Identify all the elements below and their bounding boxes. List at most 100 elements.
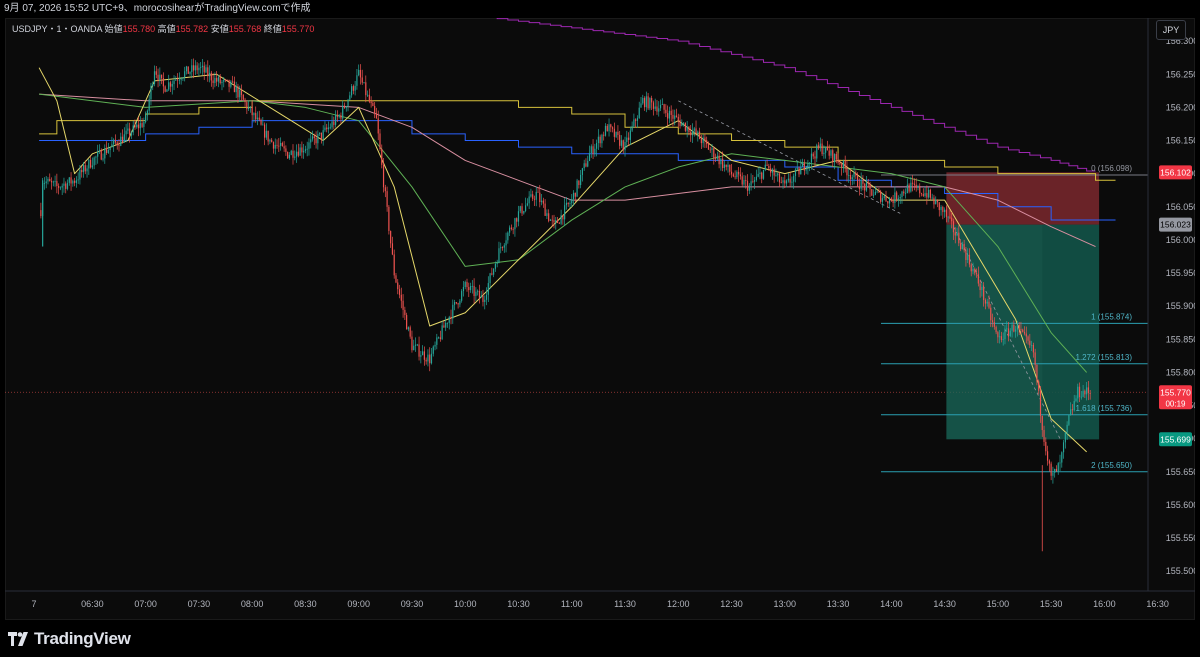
candle-body [169,82,172,87]
candle-body [587,160,589,167]
candle-body [350,86,353,96]
candle-body [333,121,335,125]
candle-body [194,65,196,71]
candle-body [942,206,944,213]
price-tick-label: 156.150 [1166,136,1195,146]
candle-body [377,118,379,134]
candle-body [789,178,791,183]
currency-button[interactable]: JPY [1156,20,1186,40]
candle-body [627,137,630,140]
candle-body [123,134,125,143]
candle-body [429,354,431,364]
candle-body [860,179,862,189]
candle-body [191,65,193,73]
candle-body [248,107,250,110]
candle-body [1015,329,1017,332]
candle-body [702,137,704,144]
candle-body [803,162,805,171]
candle-body [63,183,65,186]
candle-body [910,182,912,192]
candle-body [597,136,599,143]
candle-body [240,90,243,95]
candle-body [397,282,399,290]
candle-body [865,182,868,191]
candle-body [754,179,756,182]
candle-body [262,124,264,126]
close-value: 155.770 [281,24,315,34]
candle-body [617,131,619,135]
candle-body [409,327,411,337]
candle-body [580,174,582,186]
candle-body [521,206,523,214]
candle-body [828,150,830,156]
candle-body [450,316,452,319]
candle-body [935,199,937,205]
trend-line [678,100,901,214]
candle-body [1084,390,1086,395]
candle-body [1087,387,1090,393]
time-tick-label: 08:30 [294,599,317,609]
candle-body [654,106,656,109]
candle-body [1066,424,1068,433]
candle-body [855,172,857,176]
candle-body [358,69,360,76]
candle-body [764,164,766,170]
low-label: 安値 [210,24,229,34]
candle-body [65,183,67,189]
candle-body [542,200,544,204]
candle-body [555,220,557,223]
candle-body [551,219,553,221]
candle-body [182,77,184,79]
candle-body [723,164,726,168]
candle-body [398,289,401,295]
time-tick-label: 16:30 [1146,599,1169,609]
candle-body [995,326,997,333]
candle-body [343,105,346,108]
candle-body [979,283,981,291]
brand-name: TradingView [34,629,131,648]
candle-body [883,196,885,199]
candle-body [762,169,765,179]
candle-body [887,201,889,204]
candle-body [761,172,763,179]
candle-body [929,189,932,198]
candle-body [530,194,532,197]
candle-body [638,107,640,119]
candle-body [432,346,434,354]
candle-body [684,122,686,131]
candle-body [1000,336,1003,340]
candle-body [903,191,905,194]
candle-body [919,186,921,194]
candle-body [908,184,910,192]
candle-body [981,286,983,291]
price-tick-label: 156.000 [1166,235,1195,245]
candle-body [677,116,679,121]
candle-body [572,192,575,200]
candle-body [180,78,182,80]
candle-body [294,156,296,158]
time-tick-label: 09:00 [347,599,370,609]
candle-body [690,132,692,136]
candle-body [356,75,358,86]
entry-price-label: 156.023 [1160,220,1191,230]
candle-body [698,131,701,139]
candle-body [374,106,376,114]
candle-body [864,183,866,191]
candle-body [381,149,383,165]
candle-body [104,148,106,159]
candle-body [320,132,323,139]
candle-body [1048,460,1050,464]
candle-body [219,77,221,84]
candle-body [869,184,871,190]
candle-body [342,105,344,119]
candle-body [651,98,653,103]
tradingview-logo[interactable]: TradingView [8,629,131,649]
candle-body [784,180,786,184]
candle-body [388,206,390,231]
candle-body [274,144,276,149]
candle-body [991,320,994,323]
price-chart[interactable]: 156.300156.250156.200156.150156.100156.0… [5,18,1195,620]
candle-body [816,145,818,159]
candle-body [306,148,308,150]
candle-body [249,106,251,108]
